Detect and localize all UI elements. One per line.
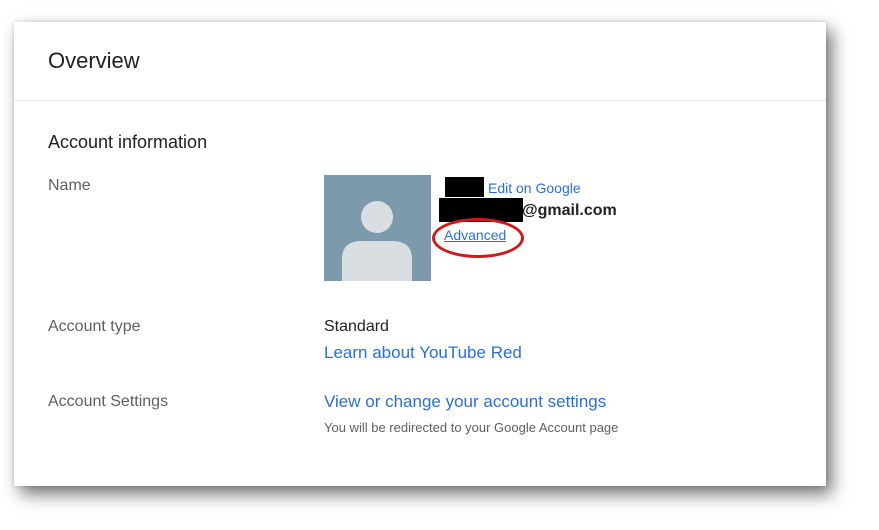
page-title: Overview [48,48,140,73]
edit-on-google-link[interactable]: Edit on Google [488,180,581,196]
account-settings-label: Account Settings [48,393,169,410]
default-person-avatar-icon [324,175,431,281]
card-header: Overview [14,22,826,101]
section-title-account-information: Account information [48,132,208,152]
account-type-value: Standard [324,318,389,335]
learn-youtube-red-link[interactable]: Learn about YouTube Red [324,343,522,363]
overview-card: Overview Account information Name Edit o… [14,22,826,486]
redirect-hint: You will be redirected to your Google Ac… [324,420,619,435]
name-label: Name [48,177,91,194]
account-type-label: Account type [48,318,141,335]
email-suffix: @gmail.com [522,202,617,219]
avatar [324,175,431,281]
account-settings-link[interactable]: View or change your account settings [324,392,606,412]
advanced-link[interactable]: Advanced [444,227,506,243]
redacted-name [445,177,484,197]
